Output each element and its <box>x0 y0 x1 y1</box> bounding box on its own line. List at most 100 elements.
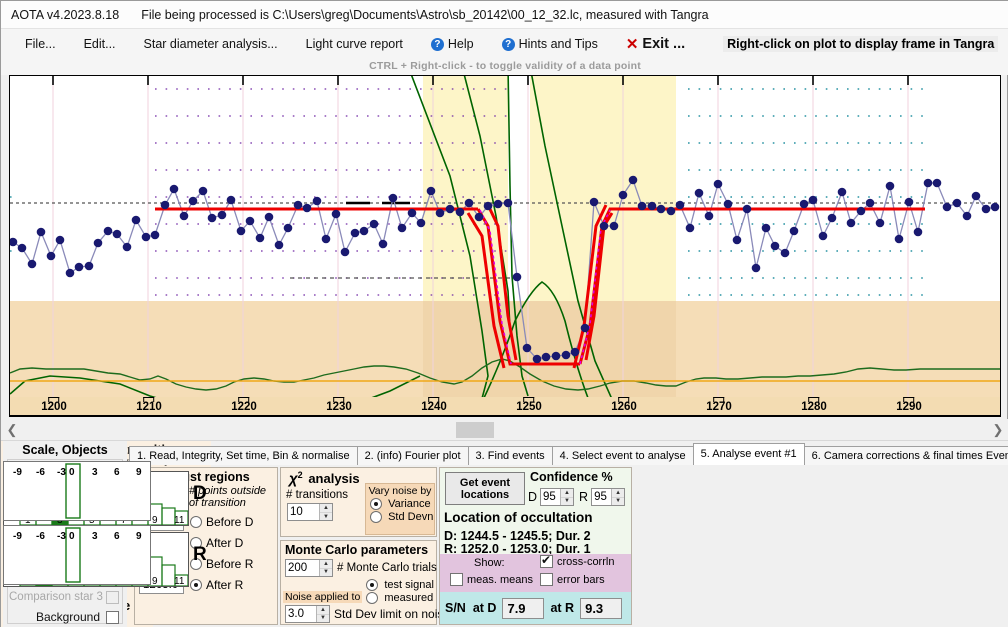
noise-measured-radio[interactable] <box>366 592 378 604</box>
menu-star-diameter-label: Star diameter analysis... <box>144 37 278 51</box>
error-bars-checkbox[interactable] <box>540 573 553 586</box>
transitions-up-icon[interactable]: ▲ <box>320 504 332 513</box>
light-curve-svg[interactable] <box>10 76 1000 416</box>
confidence-r-stepper[interactable]: ▲▼ <box>591 488 625 506</box>
ctrl-right-click-hint: CTRL + Right-click - to toggle validity … <box>1 58 1008 75</box>
tab-camera-corrections[interactable]: 6. Camera corrections & final times Even… <box>804 446 1008 465</box>
mc-trials-stepper[interactable]: ▲▼ <box>285 559 333 577</box>
error-bars-label: error bars <box>557 574 605 586</box>
scrollbar-thumb[interactable] <box>456 422 494 438</box>
chi-square-analysis-panel: χ2 analysis # transitions ▲▼ Vary noise … <box>280 467 437 537</box>
uncertainty-plot-r[interactable]: -9 -6 -3 0 3 6 9 <box>3 525 151 585</box>
tab-read-integrity[interactable]: 1. Read, Integrity, Set time, Bin & norm… <box>129 446 358 465</box>
x-tick-1260: 1260 <box>611 397 637 413</box>
scroll-left-arrow-icon[interactable]: ❮ <box>1 422 23 438</box>
location-of-occultation-title: Location of occultation <box>444 510 593 525</box>
conf-d-up-icon[interactable]: ▲ <box>561 489 573 498</box>
meas-means-checkbox[interactable] <box>450 573 463 586</box>
svg-text:9: 9 <box>152 515 158 525</box>
confidence-r-label: R <box>579 490 588 504</box>
svg-text:6: 6 <box>114 467 120 478</box>
svg-text:-9: -9 <box>13 467 22 478</box>
conf-d-down-icon[interactable]: ▼ <box>561 498 573 506</box>
tab-select-event[interactable]: 4. Select event to analyse <box>552 446 694 465</box>
occultation-d-line: D: 1244.5 - 1245.5; Dur. 2 <box>444 529 591 543</box>
std-dev-up-icon[interactable]: ▲ <box>317 606 329 615</box>
scroll-right-arrow-icon[interactable]: ❯ <box>987 422 1008 438</box>
conf-r-down-icon[interactable]: ▼ <box>612 498 624 506</box>
svg-text:11: 11 <box>174 515 185 525</box>
std-dev-limit-input[interactable] <box>286 606 316 622</box>
noise-test-signal-label: test signal <box>384 579 434 591</box>
workflow-tabs[interactable]: 1. Read, Integrity, Set time, Bin & norm… <box>129 443 1007 465</box>
help-circle-icon: ? <box>502 38 515 51</box>
confidence-d-label: D <box>528 490 537 504</box>
vary-variance-label: Variance <box>388 498 431 510</box>
tab-analyse-event[interactable]: 5. Analyse event #1 <box>693 443 805 465</box>
show-label: Show: <box>474 557 505 569</box>
confidence-d-input[interactable] <box>541 489 560 505</box>
menu-help-label: Help <box>448 37 474 51</box>
uncertainty-plot-d[interactable]: -9 -6 -3 0 3 6 9 <box>3 461 151 521</box>
mc-trials-input[interactable] <box>286 560 319 576</box>
get-event-line1: Get event <box>460 477 510 489</box>
before-d-label: Before D <box>206 515 253 529</box>
num-transitions-stepper[interactable]: ▲▼ <box>287 503 333 521</box>
menu-exit[interactable]: ✕ Exit ... <box>616 33 695 55</box>
menu-file[interactable]: File... <box>15 35 66 53</box>
vary-noise-title: Vary noise by <box>366 485 434 497</box>
x-tick-1210: 1210 <box>136 397 162 413</box>
x-tick-1200: 1200 <box>41 397 67 413</box>
meas-means-label: meas. means <box>467 574 533 586</box>
menu-edit[interactable]: Edit... <box>74 35 126 53</box>
x-tick-1230: 1230 <box>326 397 352 413</box>
app-version-label: AOTA v4.2023.8.18 <box>11 8 119 22</box>
confidence-r-input[interactable] <box>592 489 611 505</box>
cross-corrln-checkbox[interactable] <box>540 555 553 568</box>
x-tick-1250: 1250 <box>516 397 542 413</box>
vary-stddevn-radio[interactable] <box>370 511 382 523</box>
svg-text:-3: -3 <box>57 467 66 478</box>
mc-trials-down-icon[interactable]: ▼ <box>320 569 332 577</box>
tab-find-events[interactable]: 3. Find events <box>468 446 553 465</box>
signal-noise-bar: S/N at D 7.9 at R 9.3 <box>440 592 631 624</box>
histogram-r-label: R <box>193 544 207 566</box>
after-r-radio[interactable] <box>190 579 202 591</box>
noise-test-signal-radio[interactable] <box>366 579 378 591</box>
menu-star-diameter-analysis[interactable]: Star diameter analysis... <box>134 35 288 53</box>
before-r-label: Before R <box>206 557 253 571</box>
background-checkbox[interactable] <box>106 611 119 624</box>
get-event-locations-button[interactable]: Get event locations <box>445 472 525 505</box>
sn-at-d-value: 7.9 <box>502 598 544 619</box>
menu-edit-label: Edit... <box>84 37 116 51</box>
conf-r-up-icon[interactable]: ▲ <box>612 489 624 498</box>
confidence-d-stepper[interactable]: ▲▼ <box>540 488 574 506</box>
background-label: Background <box>36 610 100 624</box>
noise-measured-label: measured <box>384 592 433 604</box>
num-transitions-input[interactable] <box>288 504 319 520</box>
menu-hints-and-tips[interactable]: ? Hints and Tips <box>492 35 608 53</box>
scale-objects-title: Scale, Objects <box>3 441 127 457</box>
std-dev-limit-stepper[interactable]: ▲▼ <box>285 605 330 623</box>
menu-help[interactable]: ? Help <box>421 35 484 53</box>
vary-variance-radio[interactable] <box>370 498 382 510</box>
histogram-d-label: D <box>193 483 207 505</box>
mc-trials-up-icon[interactable]: ▲ <box>320 560 332 569</box>
monte-carlo-title: Monte Carlo parameters <box>285 543 436 557</box>
menu-file-label: File... <box>25 37 56 51</box>
before-d-radio[interactable] <box>190 516 202 528</box>
tab-fourier-plot[interactable]: 2. (info) Fourier plot <box>357 446 469 465</box>
noise-applied-label: Noise applied to <box>283 591 362 603</box>
help-circle-icon: ? <box>431 38 444 51</box>
std-dev-down-icon[interactable]: ▼ <box>317 615 329 623</box>
light-curve-plot[interactable] <box>9 75 1001 417</box>
confidence-title: Confidence % <box>530 470 613 484</box>
chi-symbol: χ <box>289 470 298 487</box>
transitions-down-icon[interactable]: ▼ <box>320 513 332 521</box>
menu-light-curve-report[interactable]: Light curve report <box>296 35 413 53</box>
chi-exponent: 2 <box>298 470 303 480</box>
chi-square-title-text: analysis <box>308 471 359 486</box>
sn-at-d-label: at D <box>473 601 497 615</box>
menu-hints-label: Hints and Tips <box>519 37 598 51</box>
plot-horizontal-scrollbar[interactable]: ❮ ❯ <box>1 419 1008 441</box>
